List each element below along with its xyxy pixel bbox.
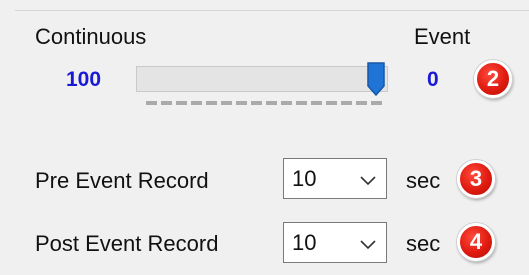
pre-event-record-select[interactable]: 10 bbox=[283, 158, 387, 199]
pre-event-record-value: 10 bbox=[292, 166, 317, 191]
continuous-label: Continuous bbox=[35, 24, 147, 49]
pre-event-record-label: Pre Event Record bbox=[35, 168, 209, 193]
recording-mode-slider[interactable] bbox=[136, 66, 388, 92]
pre-event-unit-label: sec bbox=[406, 168, 441, 193]
callout-badge-4: 4 bbox=[457, 223, 495, 261]
continuous-value: 100 bbox=[66, 68, 102, 91]
callout-badge-3: 3 bbox=[457, 160, 495, 198]
slider-thumb-icon[interactable] bbox=[366, 62, 386, 96]
post-event-record-select[interactable]: 10 bbox=[283, 222, 387, 263]
chevron-down-icon bbox=[360, 176, 376, 186]
event-value: 0 bbox=[427, 68, 439, 91]
post-event-unit-label: sec bbox=[406, 231, 441, 256]
recording-settings-panel: Continuous Event 100 0 2 Pre Event Recor… bbox=[0, 0, 529, 275]
event-label: Event bbox=[414, 24, 471, 49]
post-event-record-value: 10 bbox=[292, 230, 317, 255]
chevron-down-icon bbox=[360, 240, 376, 250]
callout-badge-2: 2 bbox=[474, 60, 512, 98]
slider-ticks bbox=[146, 101, 382, 106]
post-event-record-label: Post Event Record bbox=[35, 231, 219, 256]
